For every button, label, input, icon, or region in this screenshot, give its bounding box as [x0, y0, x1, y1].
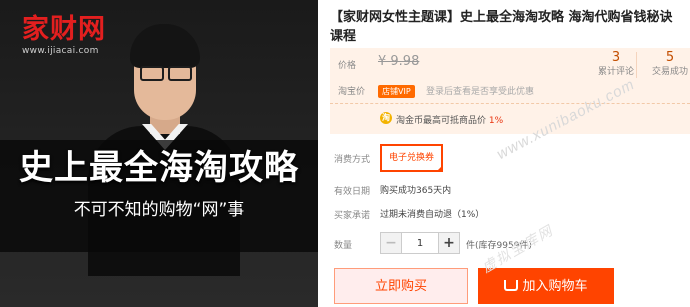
member-price-label: 淘宝价	[338, 87, 366, 97]
option-ecoupon-button[interactable]: 电子兑换券	[380, 144, 444, 172]
product-title: 【家财网女性主题课】史上最全海淘攻略 海淘代购省钱秘诀课程	[330, 10, 673, 44]
cart-icon	[504, 280, 519, 291]
review-count-label: 累计评论	[597, 67, 634, 77]
quantity-increase-button[interactable]: +	[439, 233, 459, 253]
action-buttons: 立即购买 加入购物车	[334, 268, 690, 307]
review-count-value: 3	[611, 50, 621, 65]
buy-now-label: 立即购买	[374, 278, 427, 293]
image-headline: 史上最全海淘攻略	[19, 148, 299, 188]
seller-promise-row: 买家承诺 过期未消费自动退（1%）	[330, 206, 690, 222]
validity-value: 购买成功365天内	[380, 186, 452, 196]
quantity-input[interactable]	[401, 233, 439, 253]
sales-count-value: 5	[665, 50, 675, 65]
validity-row: 有效日期 购买成功365天内	[330, 182, 690, 198]
member-login-note[interactable]: 登录后查看是否享受此优惠	[426, 84, 534, 97]
vip-badge: 店铺VIP	[378, 85, 415, 98]
review-count[interactable]: 3 累计评论	[586, 50, 646, 78]
sales-count-label: 交易成功	[651, 67, 688, 77]
price-row: 价格 ¥ 9.98 3 累计评论 5 交易成功	[330, 48, 690, 78]
coin-promo-percent: 1%	[488, 116, 504, 126]
add-to-cart-label: 加入购物车	[522, 278, 588, 293]
image-subline: 不可不知的购物“网”事	[73, 200, 245, 220]
sales-count: 5 交易成功	[640, 50, 690, 78]
coin-promo-prefix: 淘金币最高可抵商品价	[396, 116, 487, 126]
product-image[interactable]: 家财网 www.ijiacai.com 史上最全海淘攻略 不可不知的购物“网”事	[0, 0, 318, 307]
consume-option-label: 消费方式	[334, 155, 371, 165]
promo-divider	[330, 103, 690, 104]
seller-promise-value: 过期未消费自动退（1%）	[380, 210, 485, 220]
add-to-cart-button[interactable]: 加入购物车	[478, 268, 614, 304]
buy-now-button[interactable]: 立即购买	[334, 268, 468, 304]
coin-promo-text: 淘金币最高可抵商品价 1%	[396, 113, 503, 126]
seller-promise-label: 买家承诺	[334, 211, 371, 221]
taobao-coin-icon: 淘	[380, 112, 392, 124]
validity-label: 有效日期	[334, 187, 371, 197]
stat-divider	[636, 52, 637, 78]
quantity-stepper: − +	[380, 232, 460, 254]
quantity-decrease-button[interactable]: −	[381, 233, 401, 253]
price-label: 价格	[338, 61, 357, 71]
original-price: ¥ 9.98	[378, 54, 420, 69]
quantity-label: 数量	[334, 241, 353, 251]
